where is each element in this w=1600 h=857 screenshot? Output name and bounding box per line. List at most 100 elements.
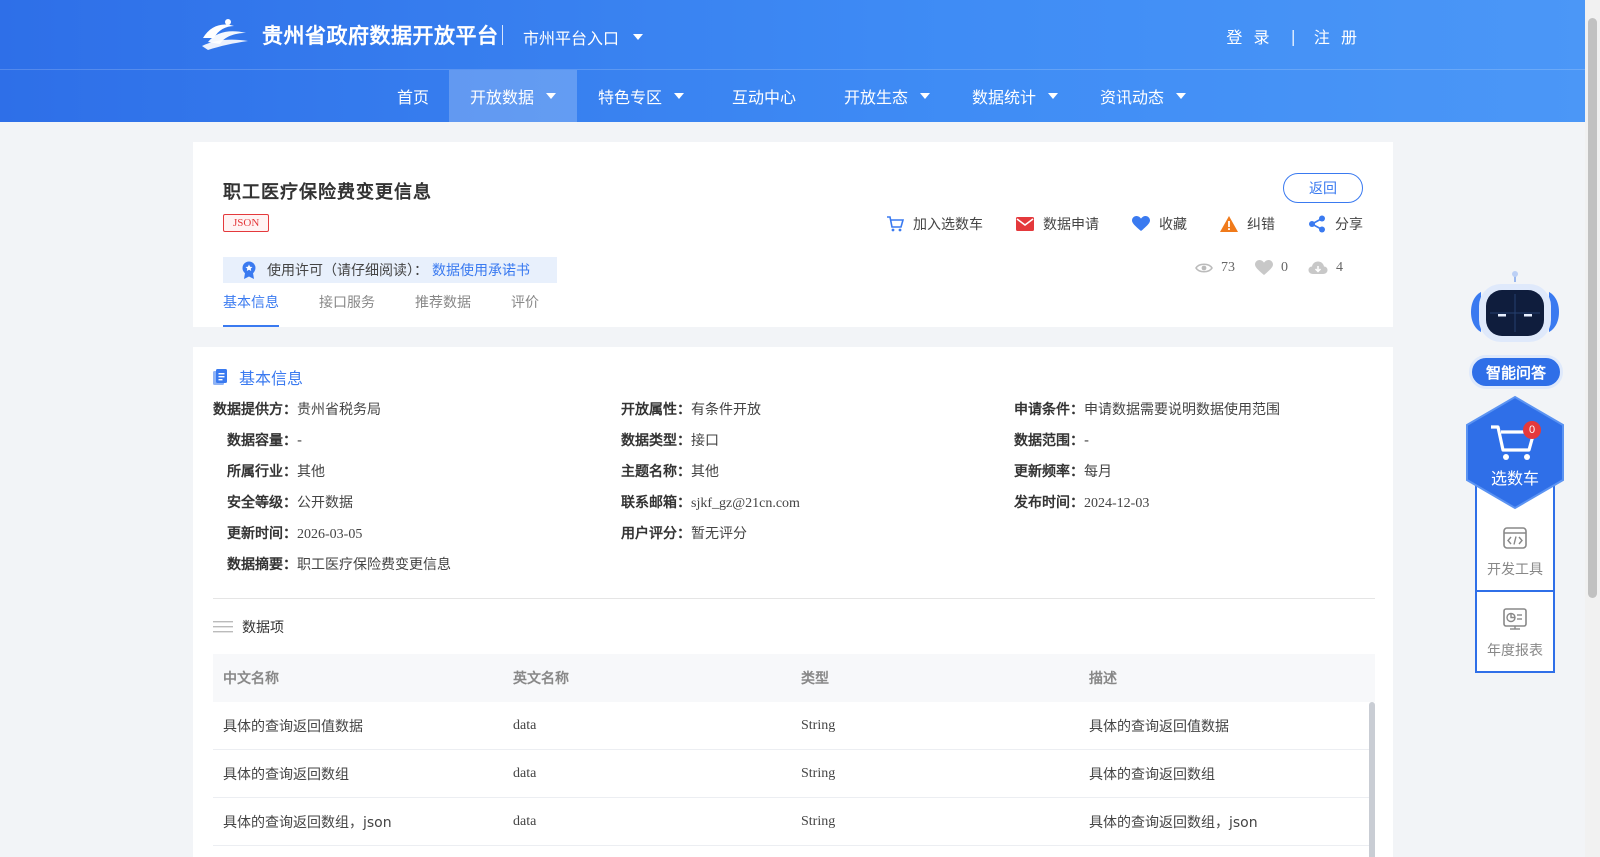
dataset-header-card: 职工医疗保险费变更信息 JSON 返回 加入选数车 数据申请 收藏 纠错 分享 … — [193, 142, 1393, 327]
downloads-stat: 4 — [1308, 260, 1343, 276]
info-row: 数据提供方：贵州省税务局 开放属性：有条件开放 申请条件：申请数据需要说明数据使… — [213, 399, 1373, 430]
info-user-rating: 用户评分：暂无评分 — [621, 526, 747, 542]
info-topic: 主题名称：其他 — [621, 464, 719, 480]
detail-tabs: 基本信息 接口服务 推荐数据 评价 — [223, 292, 579, 327]
info-grid: 数据提供方：贵州省税务局 开放属性：有条件开放 申请条件：申请数据需要说明数据使… — [213, 399, 1373, 585]
dataset-stats: 73 0 4 — [1175, 260, 1343, 276]
page-scrollbar[interactable] — [1585, 0, 1600, 857]
dataset-actions: 加入选数车 数据申请 收藏 纠错 分享 — [853, 214, 1363, 234]
report-chart-icon — [1503, 608, 1527, 630]
column-header-cn-name: 中文名称 — [223, 671, 279, 687]
data-items-table: 中文名称 英文名称 类型 描述 具体的查询返回值数据 data String 具… — [213, 654, 1375, 846]
info-row: 更新时间：2026-03-05 用户评分：暂无评分 — [213, 523, 1373, 554]
award-ribbon-icon — [242, 261, 256, 279]
data-apply-button[interactable]: 数据申请 — [1016, 214, 1099, 234]
nav-item-open-data[interactable]: 开放数据 — [449, 70, 577, 122]
format-tag: JSON — [223, 214, 270, 232]
cart-label: 选数车 — [1490, 469, 1539, 488]
nav-item-interaction[interactable]: 互动中心 — [705, 70, 823, 122]
basic-info-heading: 基本信息 — [213, 365, 303, 389]
cart-icon — [887, 216, 904, 232]
report-error-button[interactable]: 纠错 — [1220, 214, 1275, 234]
share-icon — [1309, 215, 1325, 233]
table-header: 中文名称 英文名称 类型 描述 — [213, 654, 1375, 702]
info-row: 安全等级：公开数据 联系邮箱：sjkf_gz@21cn.com 发布时间：202… — [213, 492, 1373, 523]
section-divider — [213, 598, 1375, 599]
info-open-attr: 开放属性：有条件开放 — [621, 402, 761, 418]
caret-down-icon — [674, 93, 684, 99]
tab-recommended[interactable]: 推荐数据 — [415, 292, 471, 327]
tab-basic-info[interactable]: 基本信息 — [223, 292, 279, 327]
city-platform-dropdown[interactable]: 市州平台入口 — [523, 25, 644, 49]
dataset-title: 职工医疗保险费变更信息 — [223, 182, 432, 203]
auth-separator: | — [1290, 26, 1296, 46]
auth-links: 登 录 | 注 册 — [1226, 24, 1360, 48]
dev-tools-button[interactable]: 开发工具 — [1477, 511, 1553, 591]
page-scrollbar-thumb[interactable] — [1588, 18, 1597, 598]
likes-stat: 0 — [1255, 260, 1288, 276]
info-capacity: 数据容量：- — [227, 433, 303, 449]
license-bar: 使用许可（请仔细阅读）： 数据使用承诺书 — [223, 257, 557, 283]
info-update-date: 更新时间：2026-03-05 — [227, 526, 363, 542]
caret-down-icon — [1176, 93, 1186, 99]
info-contact-email: 联系邮箱：sjkf_gz@21cn.com — [621, 495, 800, 511]
smart-qa-button[interactable]: 智能问答 — [1469, 355, 1563, 389]
main-nav: 首页 开放数据 特色专区 互动中心 开放生态 数据统计 资讯动态 — [377, 70, 1207, 122]
document-icon — [213, 369, 227, 385]
site-header: 贵州省政府数据开放平台 市州平台入口 登 录 | 注 册 首页 开放数据 特色专… — [0, 0, 1585, 122]
caret-down-icon — [1048, 93, 1058, 99]
login-link[interactable]: 登 录 — [1226, 24, 1272, 48]
platform-logo-icon[interactable] — [200, 16, 250, 52]
nav-item-ecosystem[interactable]: 开放生态 — [823, 70, 951, 122]
top-bar: 贵州省政府数据开放平台 市州平台入口 登 录 | 注 册 — [0, 0, 1585, 70]
table-scrollbar[interactable] — [1369, 702, 1375, 857]
add-to-cart-button[interactable]: 加入选数车 — [886, 214, 983, 234]
cloud-download-icon — [1308, 261, 1328, 274]
info-update-frequency: 更新频率：每月 — [1014, 464, 1112, 480]
license-label: 使用许可（请仔细阅读）： — [267, 263, 428, 279]
info-row: 所属行业：其他 主题名称：其他 更新频率：每月 — [213, 461, 1373, 492]
register-link[interactable]: 注 册 — [1314, 24, 1360, 48]
back-button[interactable]: 返回 — [1283, 173, 1363, 203]
info-row: 数据摘要：职工医疗保险费变更信息 — [213, 554, 1373, 585]
info-publish-date: 发布时间：2024-12-03 — [1014, 495, 1150, 511]
table-row: 具体的查询返回值数据 data String 具体的查询返回值数据 — [213, 702, 1375, 750]
caret-down-icon — [920, 93, 930, 99]
nav-item-news[interactable]: 资讯动态 — [1079, 70, 1207, 122]
data-cart-button[interactable]: 0 选数车 — [1465, 395, 1565, 510]
caret-down-icon — [546, 93, 556, 99]
nav-item-statistics[interactable]: 数据统计 — [951, 70, 1079, 122]
column-header-description: 描述 — [1089, 671, 1117, 687]
warning-icon — [1220, 216, 1238, 232]
robot-assistant-icon[interactable] — [1468, 270, 1562, 352]
column-header-type: 类型 — [801, 671, 829, 687]
views-stat: 73 — [1195, 260, 1235, 276]
tab-rating[interactable]: 评价 — [511, 292, 539, 327]
info-data-type: 数据类型：接口 — [621, 433, 719, 449]
title-divider — [502, 25, 503, 45]
heart-icon — [1132, 216, 1150, 231]
cart-count-badge: 0 — [1523, 421, 1541, 439]
info-apply-condition: 申请条件：申请数据需要说明数据使用范围 — [1014, 402, 1280, 418]
info-provider: 数据提供方：贵州省税务局 — [213, 402, 381, 418]
info-summary: 数据摘要：职工医疗保险费变更信息 — [227, 557, 451, 573]
nav-item-home[interactable]: 首页 — [377, 70, 449, 122]
license-agreement-link[interactable]: 数据使用承诺书 — [432, 260, 530, 280]
city-entry-label: 市州平台入口 — [523, 29, 620, 48]
column-header-en-name: 英文名称 — [513, 671, 569, 687]
table-row: 具体的查询返回数组 data String 具体的查询返回数组 — [213, 750, 1375, 798]
tab-api-service[interactable]: 接口服务 — [319, 292, 375, 327]
basic-info-card: 基本信息 数据提供方：贵州省税务局 开放属性：有条件开放 申请条件：申请数据需要… — [193, 347, 1393, 857]
info-industry: 所属行业：其他 — [227, 464, 325, 480]
heart-outline-icon — [1255, 260, 1273, 275]
share-button[interactable]: 分享 — [1308, 214, 1363, 234]
eye-icon — [1195, 263, 1213, 273]
favorite-button[interactable]: 收藏 — [1132, 214, 1187, 234]
annual-report-button[interactable]: 年度报表 — [1477, 592, 1553, 672]
info-row: 数据容量：- 数据类型：接口 数据范围：- — [213, 430, 1373, 461]
mail-icon — [1016, 217, 1034, 231]
nav-item-featured[interactable]: 特色专区 — [577, 70, 705, 122]
caret-down-icon — [633, 34, 644, 40]
hexagon-badge-icon — [1466, 395, 1564, 510]
site-title[interactable]: 贵州省政府数据开放平台 — [262, 20, 499, 50]
